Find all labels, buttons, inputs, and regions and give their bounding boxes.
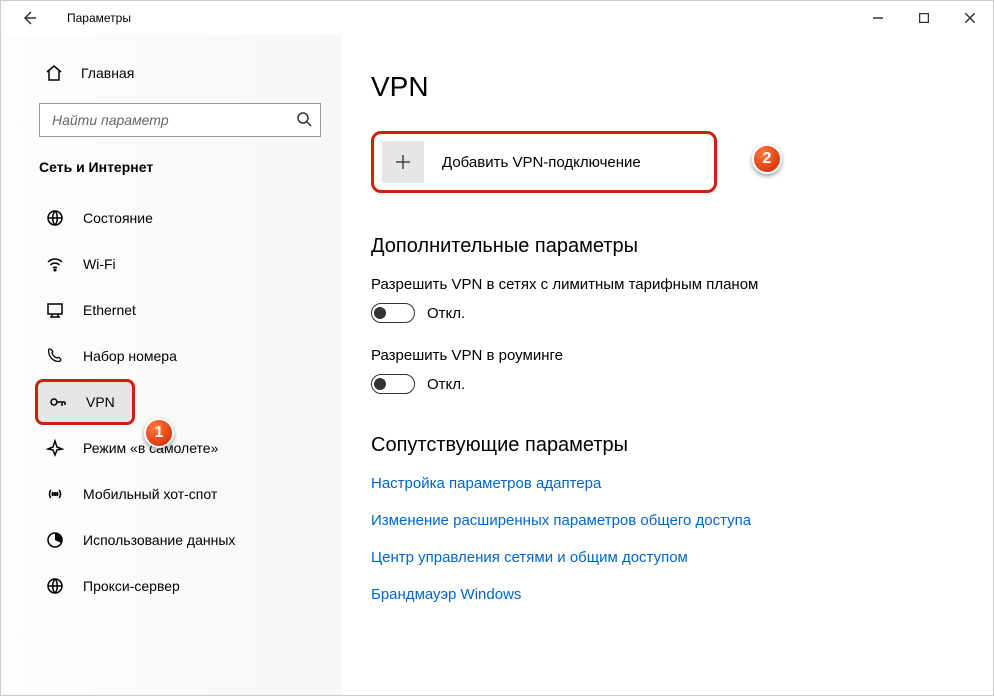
search-input[interactable] bbox=[50, 111, 296, 129]
link-sharing-settings[interactable]: Изменение расширенных параметров общего … bbox=[371, 512, 963, 529]
toggle-roaming-row: Откл. bbox=[371, 374, 963, 394]
sidebar-item-hotspot[interactable]: Мобильный хот-спот bbox=[1, 471, 341, 517]
plus-tile bbox=[382, 141, 424, 183]
sidebar-item-label: Использование данных bbox=[83, 532, 235, 548]
toggle-metered[interactable] bbox=[371, 303, 415, 323]
sidebar-item-status[interactable]: Состояние bbox=[1, 195, 341, 241]
setting-roaming: Разрешить VPN в роуминге Откл. bbox=[371, 347, 963, 394]
sidebar-item-label: VPN bbox=[86, 394, 115, 410]
close-icon bbox=[965, 13, 975, 23]
nav-list: Состояние Wi-Fi Ethernet bbox=[1, 195, 341, 609]
main-pane: VPN Добавить VPN-подключение Дополнитель… bbox=[341, 35, 993, 695]
ethernet-icon bbox=[45, 300, 65, 320]
hotspot-icon bbox=[45, 484, 65, 504]
setting-metered-label: Разрешить VPN в сетях с лимитным тарифны… bbox=[371, 276, 963, 293]
datausage-icon bbox=[45, 530, 65, 550]
toggle-roaming-state: Откл. bbox=[427, 376, 465, 393]
sidebar-item-label: Мобильный хот-спот bbox=[83, 486, 217, 502]
sidebar-item-home[interactable]: Главная bbox=[1, 53, 341, 93]
annotation-badge-2: 2 bbox=[752, 144, 782, 174]
titlebar: Параметры bbox=[1, 1, 993, 35]
sidebar-item-label: Ethernet bbox=[83, 302, 136, 318]
sidebar-item-label: Набор номера bbox=[83, 348, 177, 364]
add-vpn-label: Добавить VPN-подключение bbox=[442, 154, 641, 171]
close-button[interactable] bbox=[947, 1, 993, 35]
related-header: Сопутствующие параметры bbox=[371, 434, 963, 457]
category-header: Сеть и Интернет bbox=[1, 159, 341, 175]
window-title: Параметры bbox=[67, 11, 131, 25]
sidebar-item-label: Прокси-сервер bbox=[83, 578, 180, 594]
search-box[interactable] bbox=[39, 103, 321, 137]
sidebar-item-label: Wi-Fi bbox=[83, 256, 116, 272]
settings-window: Параметры Главная bbox=[0, 0, 994, 696]
link-firewall[interactable]: Брандмауэр Windows bbox=[371, 586, 963, 603]
link-network-center[interactable]: Центр управления сетями и общим доступом bbox=[371, 549, 963, 566]
page-heading: VPN bbox=[371, 71, 963, 103]
vpn-icon bbox=[48, 392, 68, 412]
setting-metered: Разрешить VPN в сетях с лимитным тарифны… bbox=[371, 276, 963, 323]
add-vpn-button[interactable]: Добавить VPN-подключение bbox=[371, 131, 717, 193]
plus-icon bbox=[393, 152, 413, 172]
toggle-metered-row: Откл. bbox=[371, 303, 963, 323]
toggle-metered-state: Откл. bbox=[427, 305, 465, 322]
content-area: Главная Сеть и Интернет Состояние bbox=[1, 35, 993, 695]
setting-roaming-label: Разрешить VPN в роуминге bbox=[371, 347, 963, 364]
toggle-roaming[interactable] bbox=[371, 374, 415, 394]
maximize-button[interactable] bbox=[901, 1, 947, 35]
sidebar-item-vpn[interactable]: VPN bbox=[35, 379, 135, 425]
minimize-icon bbox=[873, 13, 883, 23]
sidebar-item-proxy[interactable]: Прокси-сервер bbox=[1, 563, 341, 609]
annotation-badge-1: 1 bbox=[144, 418, 174, 448]
minimize-button[interactable] bbox=[855, 1, 901, 35]
home-label: Главная bbox=[81, 65, 134, 81]
sidebar-item-dialup[interactable]: Набор номера bbox=[1, 333, 341, 379]
arrow-left-icon bbox=[21, 10, 37, 26]
sidebar: Главная Сеть и Интернет Состояние bbox=[1, 35, 341, 695]
maximize-icon bbox=[919, 13, 929, 23]
toggle-knob bbox=[374, 378, 386, 390]
link-adapter-settings[interactable]: Настройка параметров адаптера bbox=[371, 475, 963, 492]
status-icon bbox=[45, 208, 65, 228]
search-wrap bbox=[1, 103, 341, 137]
search-icon bbox=[296, 111, 312, 130]
dialup-icon bbox=[45, 346, 65, 366]
proxy-icon bbox=[45, 576, 65, 596]
back-button[interactable] bbox=[9, 1, 49, 35]
home-icon bbox=[45, 64, 65, 82]
sidebar-item-wifi[interactable]: Wi-Fi bbox=[1, 241, 341, 287]
sidebar-item-label: Состояние bbox=[83, 210, 153, 226]
sidebar-item-datausage[interactable]: Использование данных bbox=[1, 517, 341, 563]
wifi-icon bbox=[45, 254, 65, 274]
toggle-knob bbox=[374, 307, 386, 319]
window-controls bbox=[855, 1, 993, 35]
sidebar-item-ethernet[interactable]: Ethernet bbox=[1, 287, 341, 333]
advanced-header: Дополнительные параметры bbox=[371, 235, 963, 258]
airplane-icon bbox=[45, 438, 65, 458]
